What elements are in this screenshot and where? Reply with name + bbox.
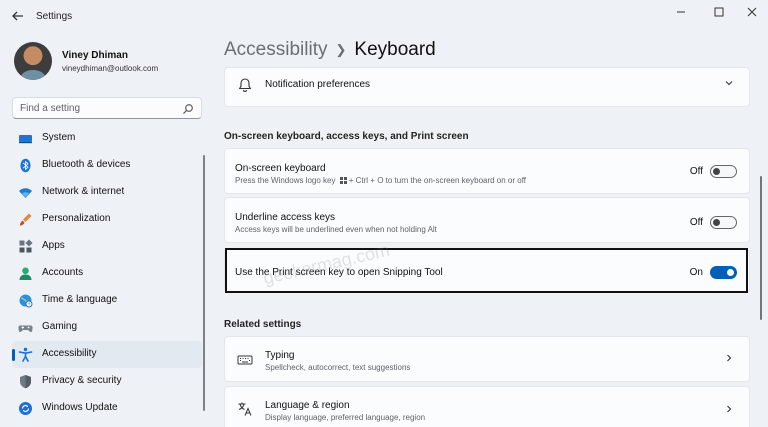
arrow-left-icon[interactable] [10,9,26,23]
brush-icon [18,212,33,227]
underline-access-keys-toggle[interactable] [710,216,737,229]
user-profile[interactable]: Viney Dhiman vineydhiman@outlook.com [14,42,214,84]
sidebar-scrollbar[interactable] [203,155,205,411]
print-screen-toggle[interactable] [710,266,737,279]
sidebar-item-label: Bluetooth & devices [42,159,131,170]
notification-preferences-title: Notification preferences [265,79,371,90]
search-icon[interactable] [182,103,194,115]
sidebar-item-apps[interactable]: Apps [12,233,202,260]
sidebar-item-label: Accessibility [42,348,97,359]
sidebar-item-windows-update[interactable]: Windows Update [12,395,202,422]
sidebar-item-gaming[interactable]: Gaming [12,314,202,341]
app-title: Settings [36,11,73,22]
onscreen-keyboard-description: Press the Windows logo key + Ctrl + O to… [235,176,526,185]
search-input[interactable] [20,102,180,115]
sidebar-item-time-language[interactable]: Time & language [12,287,202,314]
network-icon [18,185,33,200]
close-icon[interactable] [737,3,767,21]
section-title-onscreen: On-screen keyboard, access keys, and Pri… [224,131,469,142]
print-screen-title: Use the Print screen key to open Snippin… [235,267,443,278]
sidebar-item-accounts[interactable]: Accounts [12,260,202,287]
section-title-related: Related settings [224,319,302,330]
description-text: + Ctrl + O to turn the on-screen keyboar… [348,176,527,185]
breadcrumb: Accessibility ❯ Keyboard [224,39,436,61]
language-icon [237,401,253,417]
print-screen-card: Use the Print screen key to open Snippin… [224,249,750,292]
sidebar-item-label: Privacy & security [42,375,122,386]
shield-icon [18,374,33,389]
main-scrollbar[interactable] [760,176,762,320]
underline-access-keys-state: Off [689,217,703,228]
notification-preferences-card[interactable]: Notification preferences [224,67,750,107]
description-text: Press the Windows logo key [235,176,336,185]
sidebar-item-label: Gaming [42,321,78,332]
onscreen-keyboard-card: On-screen keyboard Press the Windows log… [224,148,750,194]
search-box[interactable] [12,97,202,119]
sidebar-item-label: Network & internet [42,186,125,197]
onscreen-keyboard-toggle[interactable] [710,165,737,178]
profile-name: Viney Dhiman [62,50,128,61]
sidebar-item-system[interactable]: System [12,125,202,152]
title-bar: Settings [0,0,768,32]
sidebar-item-label: Apps [42,240,65,251]
sidebar-item-personalization[interactable]: Personalization [12,206,202,233]
underline-access-keys-title: Underline access keys [235,212,336,223]
apps-icon [18,239,33,254]
onscreen-keyboard-state: Off [689,166,703,177]
accounts-icon [18,266,33,281]
avatar [14,42,52,80]
globe-icon [18,293,33,308]
sidebar-item-label: Windows Update [42,402,118,413]
print-screen-state: On [689,267,703,278]
bell-icon [237,77,253,93]
sidebar-item-privacy-security[interactable]: Privacy & security [12,368,202,395]
sidebar-item-network[interactable]: Network & internet [12,179,202,206]
underline-access-keys-description: Access keys will be underlined even when… [235,225,437,234]
system-icon [18,131,33,146]
chevron-right-icon[interactable] [724,404,734,417]
update-icon [18,401,33,416]
gaming-icon [18,320,33,335]
typing-title: Typing [265,350,295,361]
onscreen-keyboard-title: On-screen keyboard [235,163,326,174]
chevron-right-icon[interactable] [724,353,734,366]
sidebar-item-accessibility[interactable]: Accessibility [12,341,202,368]
breadcrumb-parent[interactable]: Accessibility [224,39,327,60]
sidebar-item-bluetooth[interactable]: Bluetooth & devices [12,152,202,179]
maximize-icon[interactable] [704,3,734,21]
accessibility-icon [18,347,33,362]
chevron-down-icon[interactable] [724,78,734,91]
page-title: Keyboard [354,39,436,60]
underline-access-keys-card: Underline access keys Access keys will b… [224,197,750,243]
sidebar-item-label: Personalization [42,213,111,224]
language-region-description: Display language, preferred language, re… [265,413,426,422]
typing-description: Spellcheck, autocorrect, text suggestion… [265,363,411,372]
chevron-right-icon: ❯ [335,42,347,57]
windows-logo-icon [339,176,347,184]
sidebar-item-label: System [42,132,76,143]
typing-card[interactable]: Typing Spellcheck, autocorrect, text sug… [224,336,750,382]
sidebar-item-label: Accounts [42,267,84,278]
sidebar-item-label: Time & language [42,294,118,305]
sidebar-nav: System Bluetooth & devices Network & int… [12,125,202,422]
minimize-icon[interactable] [666,3,696,21]
bluetooth-icon [18,158,33,173]
keyboard-icon [237,352,253,368]
profile-email: vineydhiman@outlook.com [62,64,159,73]
language-region-card[interactable]: Language & region Display language, pref… [224,386,750,427]
language-region-title: Language & region [265,400,350,411]
